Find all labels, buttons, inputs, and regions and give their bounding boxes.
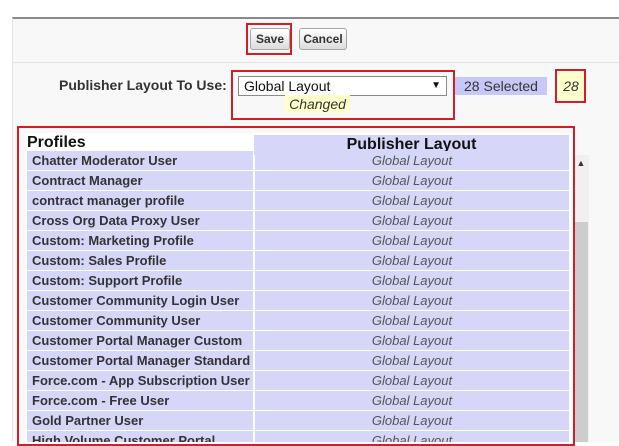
publisher-layout-cell: Global Layout xyxy=(255,271,569,290)
profiles-column-header: Profiles xyxy=(27,134,86,151)
selection-total: 28 xyxy=(558,72,584,100)
profile-name-cell: Custom: Sales Profile xyxy=(27,251,253,270)
table-row[interactable]: Custom: Support Profile Global Layout xyxy=(27,271,569,290)
profile-name-cell: Custom: Marketing Profile xyxy=(27,231,253,250)
profile-name-cell: contract manager profile xyxy=(27,191,253,210)
table-row[interactable]: contract manager profile Global Layout xyxy=(27,191,569,210)
profile-name-cell: Customer Portal Manager Custom xyxy=(27,331,253,350)
table-row[interactable]: Customer Portal Manager Custom Global Lay… xyxy=(27,331,569,350)
scroll-thumb[interactable] xyxy=(574,222,588,442)
profile-name-cell: Custom: Support Profile xyxy=(27,271,253,290)
profile-name-cell: Cross Org Data Proxy User xyxy=(27,211,253,230)
profile-name-cell: Chatter Moderator User xyxy=(27,151,253,170)
table-row[interactable]: Force.com - Free User Global Layout xyxy=(27,391,569,410)
publisher-layout-cell: Global Layout xyxy=(255,231,569,250)
table-row[interactable]: Chatter Moderator User Global Layout xyxy=(27,151,569,170)
scroll-up-arrow-icon[interactable]: ▲ xyxy=(573,155,589,172)
publisher-layout-cell: Global Layout xyxy=(255,371,569,390)
table-row[interactable]: Gold Partner User Global Layout xyxy=(27,411,569,430)
publisher-layout-cell: Global Layout xyxy=(255,191,569,210)
publisher-layout-cell: Global Layout xyxy=(255,291,569,310)
publisher-layout-cell: Global Layout xyxy=(255,171,569,190)
profile-name-cell: Customer Portal Manager Standard xyxy=(27,351,253,370)
profile-name-cell: Gold Partner User xyxy=(27,411,253,430)
cancel-button[interactable]: Cancel xyxy=(299,28,347,50)
table-row[interactable]: Custom: Marketing Profile Global Layout xyxy=(27,231,569,250)
table-row[interactable]: Customer Portal Manager Standard Global L… xyxy=(27,351,569,370)
table-row[interactable]: Contract Manager Global Layout xyxy=(27,171,569,190)
profiles-table-body: Chatter Moderator User Global Layout Contr… xyxy=(27,151,569,442)
table-row[interactable]: Custom: Sales Profile Global Layout xyxy=(27,251,569,270)
profile-name-cell: High Volume Customer Portal xyxy=(27,431,253,442)
save-button[interactable]: Save xyxy=(250,28,290,50)
table-row[interactable]: Customer Community Login User Global Layo… xyxy=(27,291,569,310)
table-row[interactable]: Force.com - App Subscription User Global … xyxy=(27,371,569,390)
dropdown-caret-icon: ▼ xyxy=(431,80,441,91)
publisher-layout-cell: Global Layout xyxy=(255,211,569,230)
table-row[interactable]: Customer Community User Global Layout xyxy=(27,311,569,330)
publisher-layout-cell: Global Layout xyxy=(255,251,569,270)
publisher-layout-cell: Global Layout xyxy=(255,151,569,170)
publisher-layout-cell: Global Layout xyxy=(255,411,569,430)
publisher-layout-select[interactable]: Global Layout ▼ xyxy=(238,76,447,96)
publisher-layout-label: Publisher Layout To Use: xyxy=(59,77,227,93)
publisher-layout-cell: Global Layout xyxy=(255,391,569,410)
table-scrollbar[interactable]: ▲ xyxy=(573,155,589,442)
table-row[interactable]: Cross Org Data Proxy User Global Layout xyxy=(27,211,569,230)
profile-name-cell: Contract Manager xyxy=(27,171,253,190)
publisher-layout-value: Global Layout xyxy=(244,78,331,94)
publisher-layout-cell: Global Layout xyxy=(255,351,569,370)
publisher-layout-cell: Global Layout xyxy=(255,431,569,442)
publisher-layout-cell: Global Layout xyxy=(255,311,569,330)
table-row[interactable]: High Volume Customer Portal Global Layout xyxy=(27,431,569,442)
changed-indicator: Changed xyxy=(285,95,350,113)
publisher-layout-cell: Global Layout xyxy=(255,331,569,350)
profile-name-cell: Force.com - Free User xyxy=(27,391,253,410)
left-margin xyxy=(0,0,12,442)
profile-name-cell: Customer Community Login User xyxy=(27,291,253,310)
profile-name-cell: Customer Community User xyxy=(27,311,253,330)
selected-count-badge: 28 Selected xyxy=(455,77,547,95)
toolbar-divider xyxy=(12,62,619,63)
profile-name-cell: Force.com - App Subscription User xyxy=(27,371,253,390)
